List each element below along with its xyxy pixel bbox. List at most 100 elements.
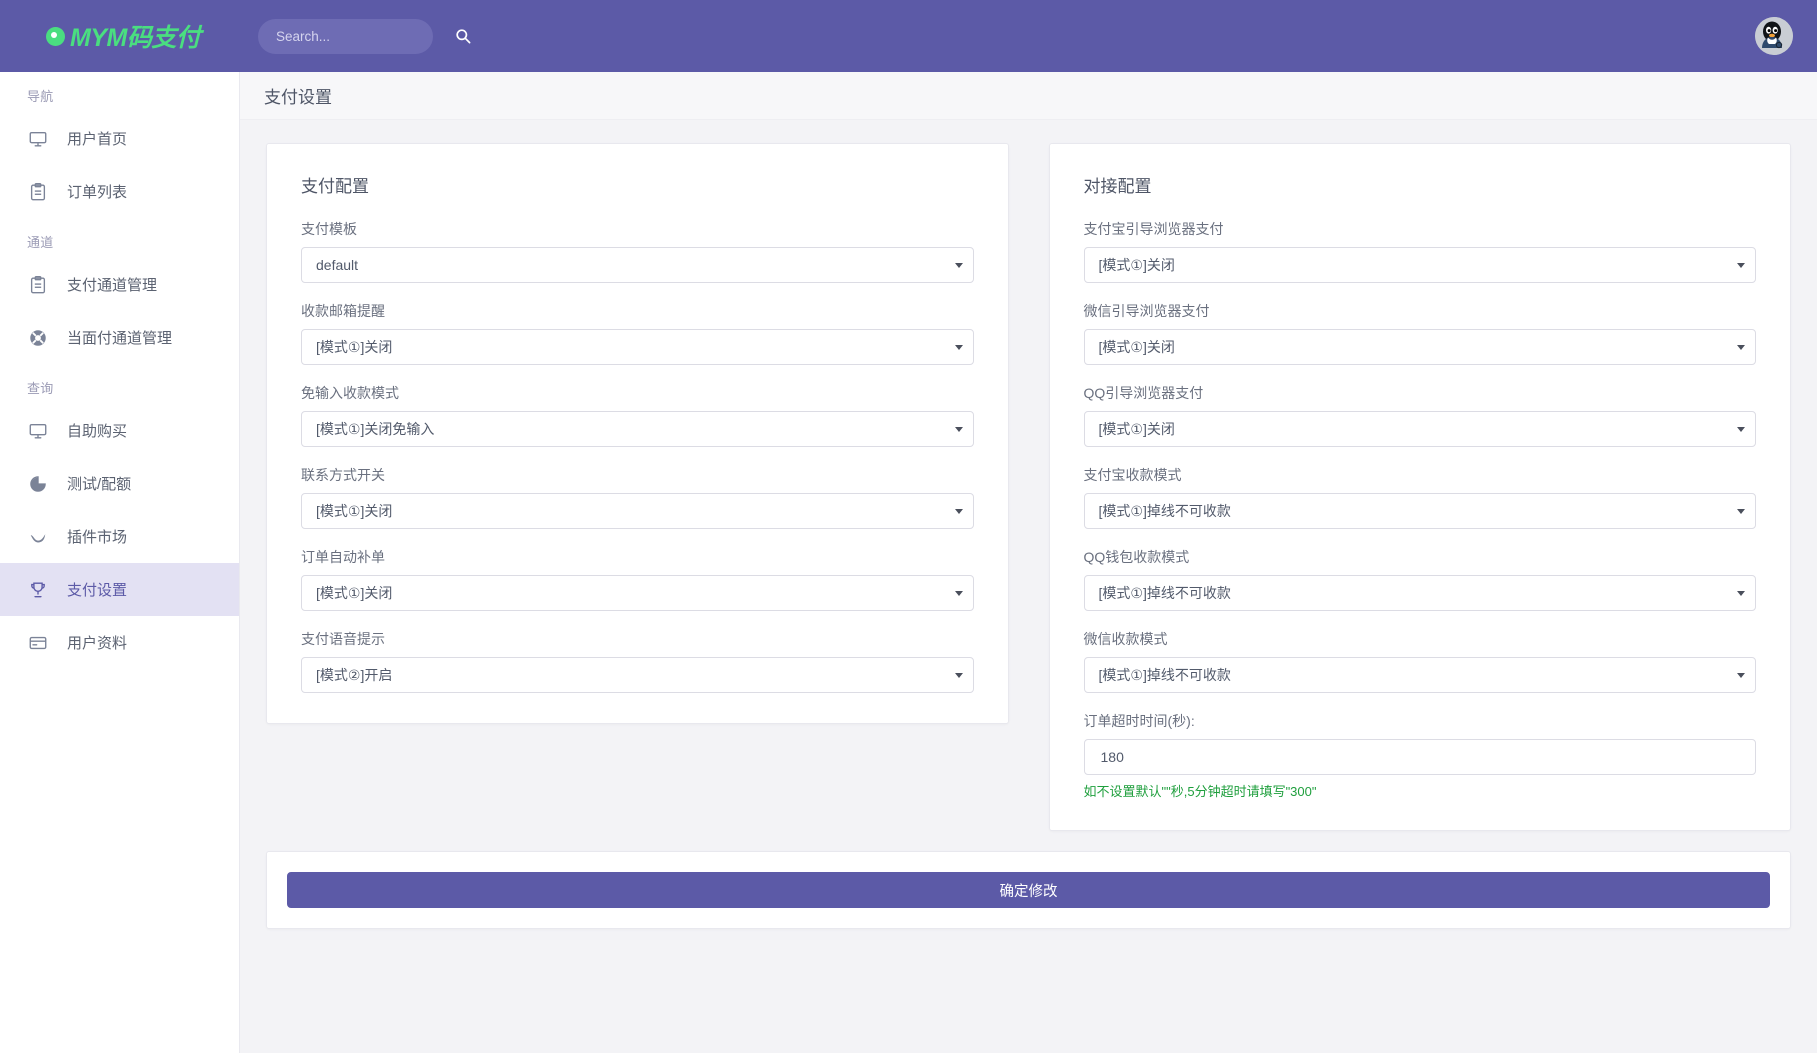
payment-config-card: 支付配置 支付模板 default 收款邮箱提醒 [模式①]关闭 免输入收款模式 xyxy=(266,143,1009,724)
qq-browser-guide-select[interactable]: [模式①]关闭 xyxy=(1084,411,1757,447)
field-alipay-browser-guide: 支付宝引导浏览器支付 [模式①]关闭 xyxy=(1084,219,1757,283)
no-input-mode-select[interactable]: [模式①]关闭免输入 xyxy=(301,411,974,447)
lifebuoy-icon xyxy=(27,327,49,349)
chevron-down-icon xyxy=(955,263,963,268)
field-label: 订单自动补单 xyxy=(301,547,974,567)
select-value: [模式①]关闭 xyxy=(1099,337,1730,357)
monitor-icon xyxy=(27,420,49,442)
brand-logo[interactable]: MYM码支付 xyxy=(0,0,240,72)
sidebar-item-label: 自助购买 xyxy=(67,420,127,441)
top-bar: MYM码支付 xyxy=(0,0,1817,72)
clipboard-icon xyxy=(27,181,49,203)
select-value: [模式①]关闭 xyxy=(316,583,947,603)
order-timeout-input[interactable] xyxy=(1099,748,1746,766)
field-label: 支付模板 xyxy=(301,219,974,239)
sidebar-item-user-profile[interactable]: 用户资料 xyxy=(0,616,239,669)
integration-config-card: 对接配置 支付宝引导浏览器支付 [模式①]关闭 微信引导浏览器支付 [模式①]关… xyxy=(1049,143,1792,831)
sidebar-item-test-quota[interactable]: 测试/配额 xyxy=(0,457,239,510)
sidebar-item-label: 插件市场 xyxy=(67,526,127,547)
select-value: [模式①]掉线不可收款 xyxy=(1099,583,1730,603)
chevron-down-icon xyxy=(955,591,963,596)
card-title: 支付配置 xyxy=(301,172,974,197)
contact-switch-select[interactable]: [模式①]关闭 xyxy=(301,493,974,529)
main-content: 支付设置 支付配置 支付模板 default 收款邮箱提醒 [模式①]关闭 xyxy=(240,72,1817,1053)
select-value: [模式①]关闭免输入 xyxy=(316,419,947,439)
sidebar-item-self-purchase[interactable]: 自助购买 xyxy=(0,404,239,457)
voice-prompt-select[interactable]: [模式②]开启 xyxy=(301,657,974,693)
email-reminder-select[interactable]: [模式①]关闭 xyxy=(301,329,974,365)
submit-card: 确定修改 xyxy=(266,851,1791,929)
page-title: 支付设置 xyxy=(264,83,332,108)
sidebar-item-label: 支付设置 xyxy=(67,579,127,600)
pie-chart-icon xyxy=(27,473,49,495)
wave-icon xyxy=(27,526,49,548)
brand-mark-icon xyxy=(46,27,65,46)
sidebar-item-facepay-channel-manage[interactable]: 当面付通道管理 xyxy=(0,311,239,364)
auto-reorder-select[interactable]: [模式①]关闭 xyxy=(301,575,974,611)
field-label: 微信收款模式 xyxy=(1084,629,1757,649)
chevron-down-icon xyxy=(955,345,963,350)
confirm-modify-button[interactable]: 确定修改 xyxy=(287,872,1770,908)
settings-columns: 支付配置 支付模板 default 收款邮箱提醒 [模式①]关闭 免输入收款模式 xyxy=(240,120,1817,831)
chevron-down-icon xyxy=(1737,427,1745,432)
chevron-down-icon xyxy=(1737,591,1745,596)
field-pay-template: 支付模板 default xyxy=(301,219,974,283)
sidebar-item-label: 用户首页 xyxy=(67,128,127,149)
card-title: 对接配置 xyxy=(1084,172,1757,197)
select-value: [模式①]关闭 xyxy=(316,501,947,521)
field-label: 支付宝引导浏览器支付 xyxy=(1084,219,1757,239)
sidebar-item-user-home[interactable]: 用户首页 xyxy=(0,112,239,165)
alipay-receive-mode-select[interactable]: [模式①]掉线不可收款 xyxy=(1084,493,1757,529)
sidebar-heading-query: 查询 xyxy=(0,364,239,404)
field-alipay-receive-mode: 支付宝收款模式 [模式①]掉线不可收款 xyxy=(1084,465,1757,529)
wechat-browser-guide-select[interactable]: [模式①]关闭 xyxy=(1084,329,1757,365)
avatar[interactable] xyxy=(1755,17,1793,55)
sidebar-item-label: 订单列表 xyxy=(67,181,127,202)
sidebar-item-label: 当面付通道管理 xyxy=(67,327,172,348)
sidebar-item-payment-settings[interactable]: 支付设置 xyxy=(0,563,239,616)
field-label: 联系方式开关 xyxy=(301,465,974,485)
sidebar-item-label: 用户资料 xyxy=(67,632,127,653)
field-email-reminder: 收款邮箱提醒 [模式①]关闭 xyxy=(301,301,974,365)
sidebar: 导航 用户首页 订单列表 xyxy=(0,72,240,1053)
chevron-down-icon xyxy=(955,427,963,432)
field-order-timeout: 订单超时时间(秒): 如不设置默认""秒,5分钟超时请填写"300" xyxy=(1084,711,1757,800)
chevron-down-icon xyxy=(1737,509,1745,514)
sidebar-item-label: 测试/配额 xyxy=(67,473,131,494)
field-label: 收款邮箱提醒 xyxy=(301,301,974,321)
field-label: QQ钱包收款模式 xyxy=(1084,547,1757,567)
search-input[interactable] xyxy=(274,28,455,45)
order-timeout-hint: 如不设置默认""秒,5分钟超时请填写"300" xyxy=(1084,781,1757,800)
sidebar-item-label: 支付通道管理 xyxy=(67,274,157,295)
chevron-down-icon xyxy=(955,509,963,514)
chevron-down-icon xyxy=(1737,345,1745,350)
pay-template-select[interactable]: default xyxy=(301,247,974,283)
alipay-browser-guide-select[interactable]: [模式①]关闭 xyxy=(1084,247,1757,283)
select-value: [模式②]开启 xyxy=(316,665,947,685)
qqwallet-receive-mode-select[interactable]: [模式①]掉线不可收款 xyxy=(1084,575,1757,611)
field-label: 订单超时时间(秒): xyxy=(1084,711,1757,731)
page-header: 支付设置 xyxy=(240,72,1817,120)
chevron-down-icon xyxy=(1737,263,1745,268)
field-label: 免输入收款模式 xyxy=(301,383,974,403)
select-value: [模式①]掉线不可收款 xyxy=(1099,501,1730,521)
sidebar-group-channel: 通道 支付通道管理 xyxy=(0,218,239,364)
sidebar-item-pay-channel-manage[interactable]: 支付通道管理 xyxy=(0,258,239,311)
chevron-down-icon xyxy=(1737,673,1745,678)
credit-card-icon xyxy=(27,632,49,654)
brand-title: MYM码支付 xyxy=(70,18,200,54)
field-wechat-receive-mode: 微信收款模式 [模式①]掉线不可收款 xyxy=(1084,629,1757,693)
search-box[interactable] xyxy=(258,19,433,54)
sidebar-item-plugin-market[interactable]: 插件市场 xyxy=(0,510,239,563)
chevron-down-icon xyxy=(955,673,963,678)
order-timeout-input-wrap[interactable] xyxy=(1084,739,1757,775)
field-label: 支付语音提示 xyxy=(301,629,974,649)
select-value: [模式①]掉线不可收款 xyxy=(1099,665,1730,685)
sidebar-item-order-list[interactable]: 订单列表 xyxy=(0,165,239,218)
search-icon[interactable] xyxy=(455,28,471,44)
field-qqwallet-receive-mode: QQ钱包收款模式 [模式①]掉线不可收款 xyxy=(1084,547,1757,611)
wechat-receive-mode-select[interactable]: [模式①]掉线不可收款 xyxy=(1084,657,1757,693)
field-label: QQ引导浏览器支付 xyxy=(1084,383,1757,403)
field-voice-prompt: 支付语音提示 [模式②]开启 xyxy=(301,629,974,693)
monitor-icon xyxy=(27,128,49,150)
